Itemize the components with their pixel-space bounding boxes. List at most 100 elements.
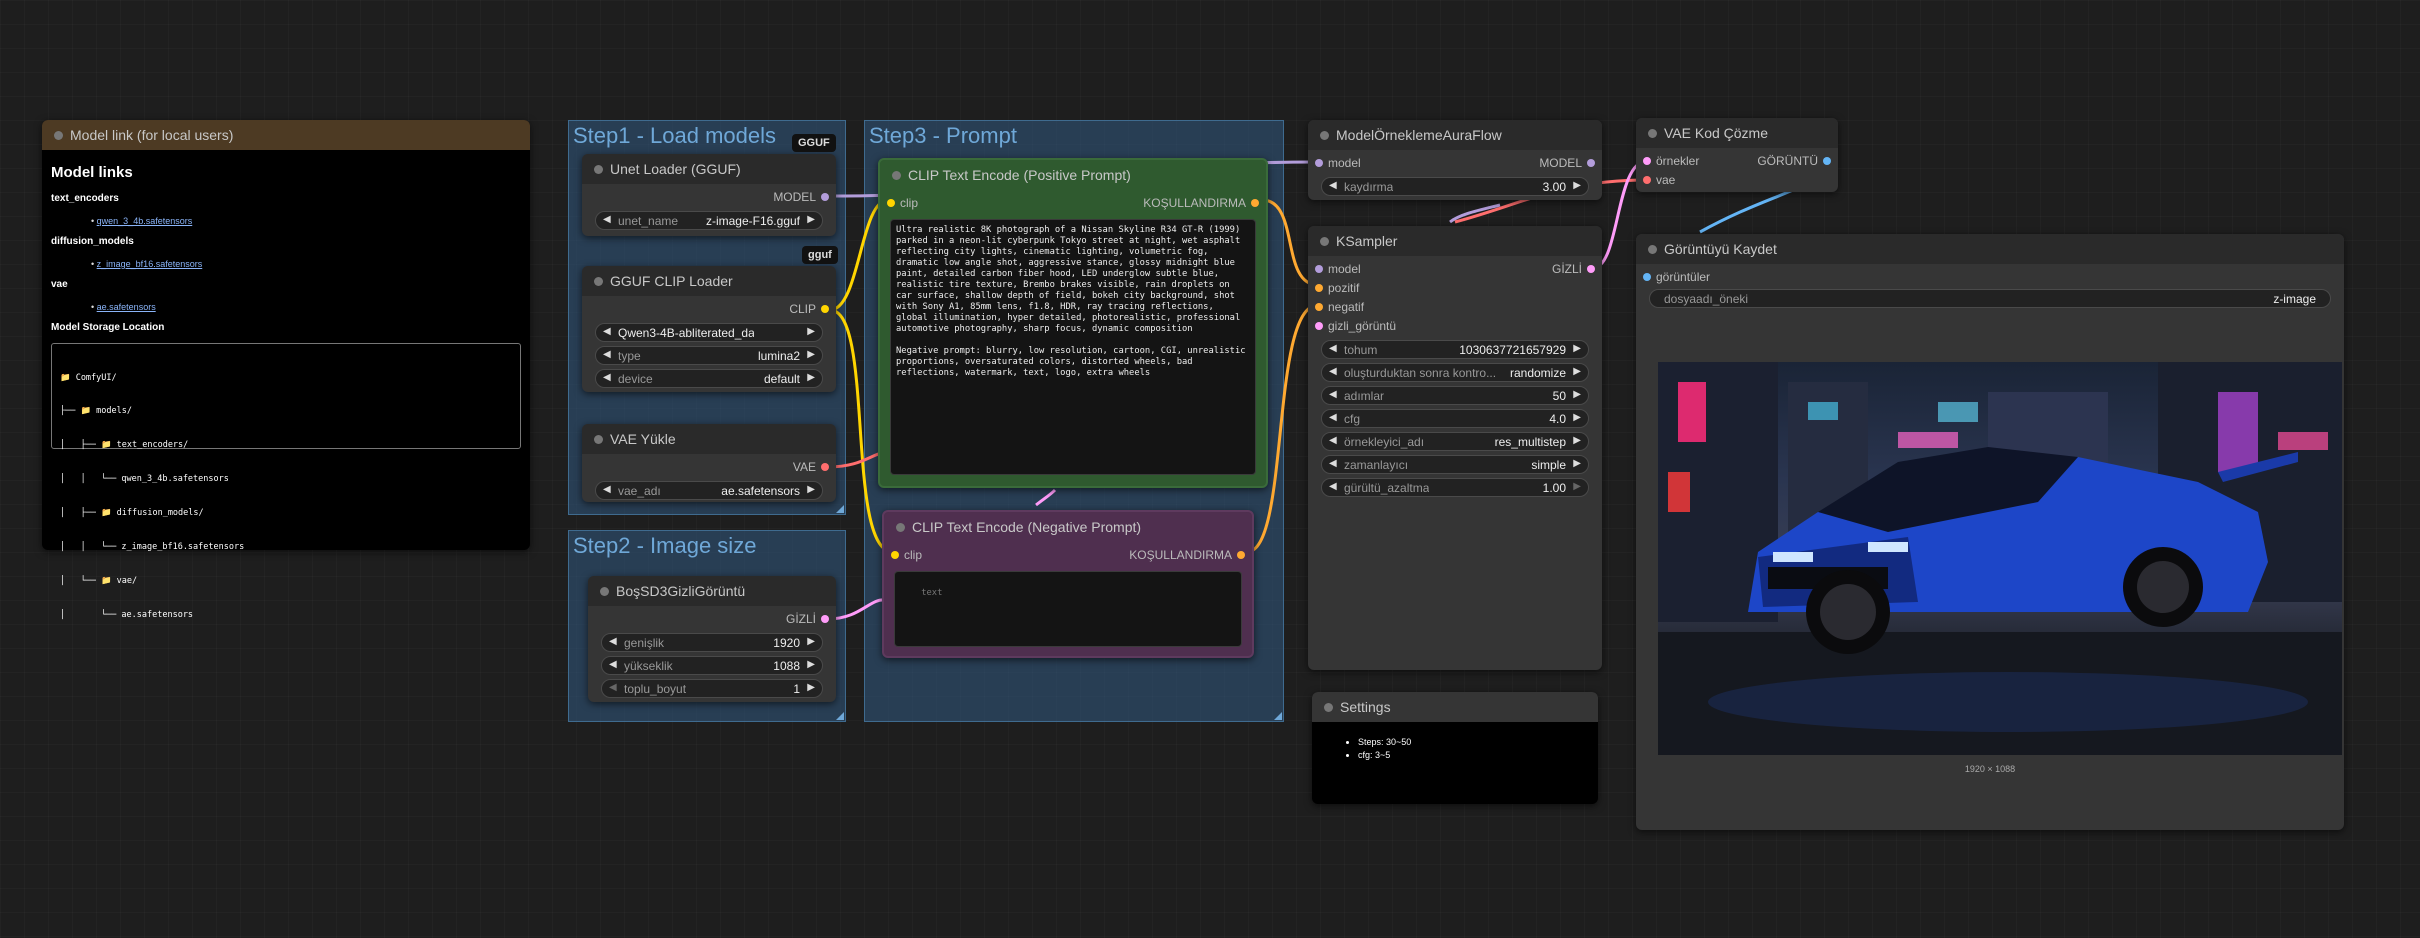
next-arrow-icon[interactable]: ▶ bbox=[807, 349, 815, 360]
control-after-generate-select[interactable]: ◀ oluşturduktan sonra kontro... randomiz… bbox=[1321, 363, 1589, 382]
decrement-arrow-icon[interactable]: ◀ bbox=[1329, 343, 1337, 354]
decrement-arrow-icon[interactable]: ◀ bbox=[609, 682, 617, 693]
output-image-preview[interactable] bbox=[1658, 362, 2342, 755]
sampler-name-select[interactable]: ◀ örnekleyici_adı res_multistep ▶ bbox=[1321, 432, 1589, 451]
increment-arrow-icon[interactable]: ▶ bbox=[1573, 389, 1581, 400]
seed-number[interactable]: ◀ tohum 1030637721657929 ▶ bbox=[1321, 340, 1589, 359]
group-resize-handle[interactable] bbox=[1274, 712, 1282, 720]
settings-node[interactable]: Settings Steps: 30~50 cfg: 3~5 bbox=[1312, 692, 1598, 804]
increment-arrow-icon[interactable]: ▶ bbox=[1573, 412, 1581, 423]
decrement-arrow-icon[interactable]: ◀ bbox=[1329, 180, 1337, 191]
prev-arrow-icon[interactable]: ◀ bbox=[1329, 435, 1337, 446]
next-arrow-icon[interactable]: ▶ bbox=[807, 214, 815, 225]
collapse-dot-icon[interactable] bbox=[1648, 245, 1657, 254]
collapse-dot-icon[interactable] bbox=[54, 131, 63, 140]
next-arrow-icon[interactable]: ▶ bbox=[807, 326, 815, 337]
unet-name-select[interactable]: ◀ unet_name z-image-F16.gguf ▶ bbox=[595, 211, 823, 230]
next-arrow-icon[interactable]: ▶ bbox=[807, 372, 815, 383]
clip-loader-title-bar[interactable]: GGUF CLIP Loader bbox=[582, 266, 836, 296]
empty-latent-node[interactable]: BoşSD3GizliGörüntü GİZLİ ◀ genişlik 1920… bbox=[588, 576, 836, 702]
empty-latent-title-bar[interactable]: BoşSD3GizliGörüntü bbox=[588, 576, 836, 606]
clip-output-pin[interactable] bbox=[821, 305, 829, 313]
next-arrow-icon[interactable]: ▶ bbox=[1573, 435, 1581, 446]
vae-decode-node[interactable]: VAE Kod Çözme örnekler GÖRÜNTÜ vae bbox=[1636, 118, 1838, 192]
prev-arrow-icon[interactable]: ◀ bbox=[603, 349, 611, 360]
collapse-dot-icon[interactable] bbox=[892, 171, 901, 180]
width-number[interactable]: ◀ genişlik 1920 ▶ bbox=[601, 633, 823, 652]
shift-number[interactable]: ◀ kaydırma 3.00 ▶ bbox=[1321, 177, 1589, 196]
prev-arrow-icon[interactable]: ◀ bbox=[1329, 366, 1337, 377]
filename-prefix-input[interactable]: dosyaadı_öneki z-image bbox=[1649, 289, 2331, 308]
model-download-link[interactable]: z_image_bf16.safetensors bbox=[97, 259, 203, 269]
vae-loader-title-bar[interactable]: VAE Yükle bbox=[582, 424, 836, 454]
collapse-dot-icon[interactable] bbox=[1320, 131, 1329, 140]
scheduler-select[interactable]: ◀ zamanlayıcı simple ▶ bbox=[1321, 455, 1589, 474]
vae-loader-node[interactable]: VAE Yükle VAE ◀ vae_adı ae.safetensors ▶ bbox=[582, 424, 836, 502]
vae-output-pin[interactable] bbox=[821, 463, 829, 471]
unet-loader-title-bar[interactable]: Unet Loader (GGUF) bbox=[582, 154, 836, 184]
vae-decode-title-bar[interactable]: VAE Kod Çözme bbox=[1636, 118, 1838, 148]
ksampler-title-bar[interactable]: KSampler bbox=[1308, 226, 1602, 256]
clip-input-pin[interactable] bbox=[887, 199, 895, 207]
negative-prompt-title-bar[interactable]: CLIP Text Encode (Negative Prompt) bbox=[884, 512, 1252, 542]
prev-arrow-icon[interactable]: ◀ bbox=[603, 326, 611, 337]
vae-name-select[interactable]: ◀ vae_adı ae.safetensors ▶ bbox=[595, 481, 823, 500]
latent-input-pin[interactable] bbox=[1315, 322, 1323, 330]
decrement-arrow-icon[interactable]: ◀ bbox=[1329, 389, 1337, 400]
collapse-dot-icon[interactable] bbox=[1324, 703, 1333, 712]
group-resize-handle[interactable] bbox=[836, 712, 844, 720]
collapse-dot-icon[interactable] bbox=[594, 165, 603, 174]
settings-title-bar[interactable]: Settings bbox=[1312, 692, 1598, 722]
latent-output-pin[interactable] bbox=[1587, 265, 1595, 273]
prev-arrow-icon[interactable]: ◀ bbox=[603, 372, 611, 383]
model-sampling-auraflow-node[interactable]: ModelÖrneklemeAuraFlow model MODEL ◀ kay… bbox=[1308, 120, 1602, 200]
denoise-number[interactable]: ◀ gürültü_azaltma 1.00 ▶ bbox=[1321, 478, 1589, 497]
collapse-dot-icon[interactable] bbox=[594, 277, 603, 286]
model-output-pin[interactable] bbox=[1587, 159, 1595, 167]
increment-arrow-icon[interactable]: ▶ bbox=[1573, 343, 1581, 354]
vae-input-pin[interactable] bbox=[1643, 176, 1651, 184]
collapse-dot-icon[interactable] bbox=[600, 587, 609, 596]
next-arrow-icon[interactable]: ▶ bbox=[1573, 458, 1581, 469]
decrement-arrow-icon[interactable]: ◀ bbox=[609, 636, 617, 647]
increment-arrow-icon[interactable]: ▶ bbox=[1573, 180, 1581, 191]
steps-number[interactable]: ◀ adımlar 50 ▶ bbox=[1321, 386, 1589, 405]
images-input-pin[interactable] bbox=[1643, 273, 1651, 281]
model-output-pin[interactable] bbox=[821, 193, 829, 201]
decrement-arrow-icon[interactable]: ◀ bbox=[609, 659, 617, 670]
prev-arrow-icon[interactable]: ◀ bbox=[1329, 458, 1337, 469]
auraflow-title-bar[interactable]: ModelÖrneklemeAuraFlow bbox=[1308, 120, 1602, 150]
save-image-title-bar[interactable]: Görüntüyü Kaydet bbox=[1636, 234, 2344, 264]
negative-prompt-node[interactable]: CLIP Text Encode (Negative Prompt) clip … bbox=[882, 510, 1254, 658]
prev-arrow-icon[interactable]: ◀ bbox=[603, 484, 611, 495]
decrement-arrow-icon[interactable]: ◀ bbox=[1329, 481, 1337, 492]
latent-output-pin[interactable] bbox=[821, 615, 829, 623]
model-download-link[interactable]: ae.safetensors bbox=[97, 302, 156, 312]
model-input-pin[interactable] bbox=[1315, 265, 1323, 273]
clip-name-select[interactable]: ◀ Qwen3-4B-abliterated_dark.i1-... ▶ bbox=[595, 323, 823, 342]
prev-arrow-icon[interactable]: ◀ bbox=[603, 214, 611, 225]
clip-loader-node[interactable]: GGUF CLIP Loader CLIP ◀ Qwen3-4B-abliter… bbox=[582, 266, 836, 392]
cfg-number[interactable]: ◀ cfg 4.0 ▶ bbox=[1321, 409, 1589, 428]
conditioning-output-pin[interactable] bbox=[1237, 551, 1245, 559]
positive-input-pin[interactable] bbox=[1315, 284, 1323, 292]
increment-arrow-icon[interactable]: ▶ bbox=[807, 659, 815, 670]
group-resize-handle[interactable] bbox=[836, 505, 844, 513]
model-link-node[interactable]: Model link (for local users) Model links… bbox=[42, 120, 530, 620]
model-input-pin[interactable] bbox=[1315, 159, 1323, 167]
next-arrow-icon[interactable]: ▶ bbox=[807, 484, 815, 495]
collapse-dot-icon[interactable] bbox=[896, 523, 905, 532]
conditioning-output-pin[interactable] bbox=[1251, 199, 1259, 207]
clip-type-select[interactable]: ◀ type lumina2 ▶ bbox=[595, 346, 823, 365]
samples-input-pin[interactable] bbox=[1643, 157, 1651, 165]
positive-prompt-title-bar[interactable]: CLIP Text Encode (Positive Prompt) bbox=[880, 160, 1266, 190]
next-arrow-icon[interactable]: ▶ bbox=[1573, 366, 1581, 377]
positive-prompt-textarea[interactable]: Ultra realistic 8K photograph of a Nissa… bbox=[890, 219, 1256, 475]
increment-arrow-icon[interactable]: ▶ bbox=[1573, 481, 1581, 492]
unet-loader-node[interactable]: Unet Loader (GGUF) MODEL ◀ unet_name z-i… bbox=[582, 154, 836, 236]
model-link-title-bar[interactable]: Model link (for local users) bbox=[42, 120, 530, 150]
clip-input-pin[interactable] bbox=[891, 551, 899, 559]
image-output-pin[interactable] bbox=[1823, 157, 1831, 165]
batch-size-number[interactable]: ◀ toplu_boyut 1 ▶ bbox=[601, 679, 823, 698]
model-download-link[interactable]: qwen_3_4b.safetensors bbox=[97, 216, 193, 226]
